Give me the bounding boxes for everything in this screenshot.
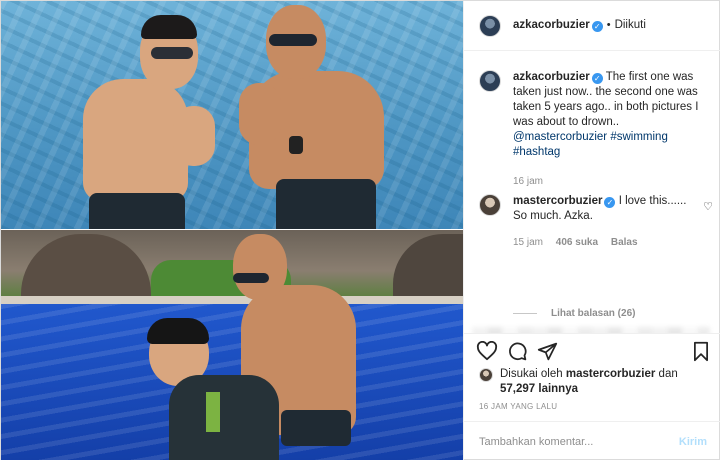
- person-right-shorts: [276, 179, 376, 229]
- comment-icon[interactable]: [507, 341, 528, 362]
- follow-status-button[interactable]: Diikuti: [615, 19, 646, 31]
- likes-prefix: Disukai oleh: [500, 368, 563, 380]
- caption-avatar[interactable]: [479, 70, 501, 92]
- view-replies-button[interactable]: Lihat balasan (26): [513, 308, 635, 319]
- comment-username[interactable]: mastercorbuzier: [513, 195, 602, 207]
- post-header: azkacorbuzier ✓ • Diikuti: [464, 1, 720, 51]
- comment-avatar[interactable]: [479, 194, 501, 216]
- post-dialog: azkacorbuzier ✓ • Diikuti azkacorbuzier ✓ Th…: [0, 0, 720, 460]
- caption-time[interactable]: 16 jam: [513, 174, 703, 189]
- caption-tag-swimming[interactable]: #swimming: [610, 131, 668, 143]
- comment-item: mastercorbuzier ✓ I love this...... So mu…: [479, 194, 713, 250]
- action-bar: [464, 333, 720, 369]
- bookmark-icon[interactable]: [692, 341, 710, 362]
- comments-list[interactable]: azkacorbuzier ✓ The first one was taken j…: [464, 51, 720, 333]
- comment-input[interactable]: [479, 435, 659, 448]
- likes-joiner: dan: [658, 368, 678, 380]
- likes-summary: Disukai oleh mastercorbuzier dan 57,297 …: [479, 367, 713, 397]
- comment-body: mastercorbuzier ✓ I love this...... So mu…: [513, 194, 693, 250]
- replies-line: [513, 313, 537, 314]
- share-icon[interactable]: [537, 341, 558, 362]
- comment-time[interactable]: 15 jam: [513, 237, 543, 248]
- post-side-panel: azkacorbuzier ✓ • Diikuti azkacorbuzier ✓ Th…: [463, 1, 720, 460]
- adult-sunglasses: [233, 273, 269, 283]
- person-left-goggles: [151, 47, 193, 59]
- photo-top-pool: [1, 1, 463, 229]
- post-photo[interactable]: [1, 1, 463, 460]
- view-replies-label: Lihat balasan (26): [551, 308, 636, 319]
- likes-user[interactable]: mastercorbuzier: [566, 368, 655, 380]
- person-left-arm: [173, 106, 215, 166]
- caption-mention[interactable]: @mastercorbuzier: [513, 131, 607, 143]
- pool-edge: [1, 296, 463, 304]
- person-right-goggles: [269, 34, 317, 46]
- verified-badge-icon: ✓: [604, 197, 616, 208]
- person-right-watch: [289, 136, 303, 154]
- child-wetsuit: [169, 375, 279, 460]
- comment-like-heart-icon[interactable]: ♡: [703, 200, 713, 213]
- caption-username[interactable]: azkacorbuzier: [513, 71, 590, 83]
- person-left-shorts: [89, 193, 185, 229]
- comment-meta: 15 jam 406 suka Balas: [513, 235, 693, 250]
- caption-body: azkacorbuzier ✓ The first one was taken j…: [513, 70, 703, 189]
- likes-count[interactable]: 57,297 lainnya: [500, 383, 578, 395]
- child-wetsuit-trim: [206, 392, 220, 432]
- header-username[interactable]: azkacorbuzier: [513, 19, 590, 31]
- person-left-hair: [141, 15, 197, 39]
- heart-icon[interactable]: [476, 341, 498, 361]
- comment-composer: Kirim: [464, 421, 720, 460]
- adult-head: [233, 234, 287, 300]
- header-separator: •: [606, 19, 611, 31]
- post-comment-button[interactable]: Kirim: [679, 436, 707, 448]
- adult-shorts: [281, 410, 351, 446]
- child-hair: [147, 318, 209, 344]
- likes-text: Disukai oleh mastercorbuzier dan 57,297 …: [500, 367, 678, 397]
- caption-tag-hashtag[interactable]: #hashtag: [513, 146, 560, 158]
- header-user-line: azkacorbuzier ✓ • Diikuti: [513, 19, 646, 32]
- caption: azkacorbuzier ✓ The first one was taken j…: [479, 70, 713, 189]
- photo-bottom-pool: [1, 230, 463, 460]
- comment-likes[interactable]: 406 suka: [556, 237, 598, 248]
- verified-badge-icon: ✓: [591, 73, 603, 84]
- verified-badge-icon: ✓: [591, 21, 603, 32]
- post-timestamp[interactable]: 16 JAM YANG LALU: [479, 402, 557, 411]
- person-right-arm: [239, 83, 281, 145]
- reply-button[interactable]: Balas: [611, 237, 638, 248]
- avatar[interactable]: [479, 14, 501, 37]
- likes-avatar[interactable]: [479, 368, 493, 382]
